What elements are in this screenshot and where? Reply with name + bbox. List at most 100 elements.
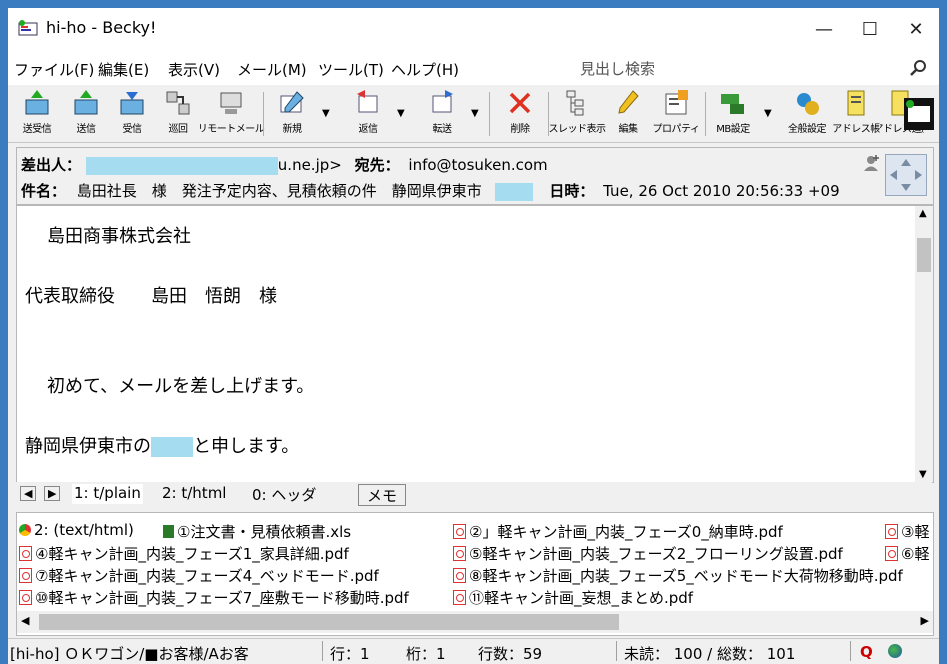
- title-bar[interactable]: hi-ho - Becky! — ☐ ✕: [8, 8, 939, 51]
- delete-button[interactable]: 削除: [500, 88, 540, 140]
- new-mail-dropdown-icon[interactable]: ▼: [322, 108, 330, 119]
- send-receive-button[interactable]: 送受信: [14, 88, 60, 140]
- attachment-item[interactable]: ⑧軽キャン計画_内装_フェーズ5_ベッドモード大荷物移動時.pdf: [453, 565, 903, 586]
- remote-mail-button[interactable]: リモートメール: [198, 88, 265, 140]
- tab-text-plain[interactable]: 1: t/plain: [72, 484, 143, 504]
- becky-app-icon: [18, 20, 38, 36]
- scroll-down-icon[interactable]: ▼: [919, 469, 927, 480]
- patrol-icon: [166, 91, 190, 115]
- header-navigation-pad[interactable]: [885, 154, 927, 196]
- body-scrollbar[interactable]: ▲ ▼: [915, 206, 933, 482]
- attachment-item[interactable]: ⑥軽: [885, 543, 929, 564]
- attachment-item[interactable]: ③軽: [885, 521, 929, 542]
- notification-badge-icon[interactable]: [904, 98, 934, 130]
- search-icon[interactable]: [909, 59, 927, 77]
- body-scrollbar-thumb[interactable]: [917, 238, 931, 272]
- thread-view-button[interactable]: スレッド表示: [549, 88, 606, 140]
- receive-icon: [120, 92, 144, 115]
- maximize-button[interactable]: ☐: [847, 8, 893, 51]
- general-settings-button[interactable]: 全般設定: [782, 88, 832, 140]
- quick-search-icon[interactable]: Q: [860, 643, 873, 661]
- attachment-item[interactable]: ⑦軽キャン計画_内装_フェーズ4_ベッドモード.pdf: [19, 565, 379, 586]
- pdf-icon: [19, 590, 32, 605]
- attachment-item[interactable]: ①注文書・見積依頼書.xls: [163, 521, 351, 542]
- message-body[interactable]: 島田商事株式会社 代表取締役 島田 悟朗 様 初めて、メールを差し上げます。 静…: [16, 205, 934, 483]
- attachment-scrollbar-thumb[interactable]: [39, 614, 619, 630]
- main-window: hi-ho - Becky! — ☐ ✕ ファイル(F) 編集(E) 表示(V)…: [8, 8, 939, 664]
- from-address-suffix[interactable]: u.ne.jp>: [278, 156, 342, 174]
- properties-button[interactable]: プロパティ: [652, 88, 700, 140]
- attachment-name: 2: (text/html): [34, 521, 134, 539]
- tab-memo[interactable]: メモ: [358, 484, 407, 506]
- attachment-item[interactable]: 2: (text/html): [19, 521, 134, 539]
- online-status-icon[interactable]: [888, 644, 902, 658]
- toolbar-separator: [705, 92, 706, 136]
- attachment-item[interactable]: ⑪軽キャン計画_妄想_まとめ.pdf: [453, 587, 693, 608]
- scroll-right-icon[interactable]: ▶: [921, 614, 929, 627]
- status-line-count: 行数：59: [478, 645, 543, 663]
- status-mail-counts: 未読： 100 / 総数： 101: [624, 645, 796, 663]
- status-divider: [850, 641, 851, 661]
- pdf-icon: [885, 546, 898, 561]
- maximize-icon: ☐: [861, 19, 879, 40]
- tab-headers[interactable]: 0: ヘッダ: [252, 484, 316, 504]
- to-address[interactable]: info@tosuken.com: [408, 156, 547, 174]
- mailbox-settings-button[interactable]: MB設定: [710, 88, 756, 140]
- redacted-subject-part: [494, 182, 533, 201]
- edit-label: 編集: [618, 124, 639, 135]
- attachment-scrollbar[interactable]: ◀ ▶: [17, 611, 933, 633]
- remote-mail-label: リモートメール: [197, 124, 265, 135]
- status-column: 桁：1: [406, 645, 446, 663]
- mailbox-settings-dropdown-icon[interactable]: ▼: [764, 108, 772, 119]
- attachment-name: ③軽: [901, 523, 930, 541]
- patrol-button[interactable]: 巡回: [158, 88, 198, 140]
- attachment-name: ⑦軽キャン計画_内装_フェーズ4_ベッドモード.pdf: [35, 567, 379, 585]
- attachment-item[interactable]: ②」軽キャン計画_内装_フェーズ0_納車時.pdf: [453, 521, 783, 542]
- attachment-item[interactable]: ④軽キャン計画_内装_フェーズ1_家具詳細.pdf: [19, 543, 349, 564]
- send-button[interactable]: 送信: [66, 88, 106, 140]
- forward-dropdown-icon[interactable]: ▼: [471, 108, 479, 119]
- menu-view[interactable]: 表示(V): [168, 59, 220, 80]
- minimize-icon: —: [815, 19, 833, 40]
- add-contact-icon[interactable]: [863, 154, 881, 172]
- from-label: 差出人：: [21, 156, 82, 174]
- menu-help[interactable]: ヘルプ(H): [391, 59, 459, 80]
- tab-text-html[interactable]: 2: t/html: [162, 484, 226, 504]
- minimize-button[interactable]: —: [801, 8, 847, 51]
- thread-icon: [566, 90, 584, 116]
- tab-scroll-right-icon[interactable]: ▶: [44, 486, 61, 501]
- header-search-box[interactable]: 見出し検索: [576, 55, 933, 81]
- attachment-list: 2: (text/html) ①注文書・見積依頼書.xls ②」軽キャン計画_内…: [16, 512, 934, 636]
- to-label: 宛先：: [354, 156, 400, 174]
- pdf-icon: [453, 546, 466, 561]
- attachment-item[interactable]: ⑩軽キャン計画_内装_フェーズ7_座敷モード移動時.pdf: [19, 587, 409, 608]
- new-mail-button[interactable]: 新規: [272, 88, 312, 140]
- scroll-left-icon[interactable]: ◀: [21, 614, 29, 627]
- general-settings-label: 全般設定: [788, 124, 827, 135]
- close-button[interactable]: ✕: [893, 8, 939, 51]
- menu-edit[interactable]: 編集(E): [98, 59, 149, 80]
- status-folder-path: [hi-ho] ＯＫワゴン/■お客様/Aお客: [10, 645, 249, 663]
- attachment-name: ④軽キャン計画_内装_フェーズ1_家具詳細.pdf: [35, 545, 349, 563]
- pdf-icon: [885, 524, 898, 539]
- menu-mail[interactable]: メール(M): [237, 59, 307, 80]
- status-divider: [616, 641, 617, 661]
- date-label: 日時：: [549, 182, 595, 200]
- redacted-name: [151, 437, 193, 457]
- properties-icon: [665, 90, 688, 115]
- menu-file[interactable]: ファイル(F): [14, 59, 94, 80]
- reply-dropdown-icon[interactable]: ▼: [397, 108, 405, 119]
- scroll-up-icon[interactable]: ▲: [919, 208, 927, 219]
- reply-button[interactable]: 返信: [348, 88, 388, 140]
- menu-tools[interactable]: ツール(T): [318, 59, 384, 80]
- attachment-name: ⑥軽: [901, 545, 930, 563]
- forward-button[interactable]: 転送: [422, 88, 462, 140]
- attachment-name: ⑧軽キャン計画_内装_フェーズ5_ベッドモード大荷物移動時.pdf: [469, 567, 903, 585]
- attachment-item[interactable]: ⑤軽キャン計画_内装_フェーズ2_フローリング設置.pdf: [453, 543, 843, 564]
- tab-scroll-left-icon[interactable]: ◀: [20, 486, 37, 501]
- edit-button[interactable]: 編集: [608, 88, 648, 140]
- attachment-name: ⑤軽キャン計画_内装_フェーズ2_フローリング設置.pdf: [469, 545, 843, 563]
- search-input[interactable]: 見出し検索: [580, 58, 655, 79]
- address-book-button[interactable]: アドレス帳: [832, 88, 880, 140]
- receive-button[interactable]: 受信: [112, 88, 152, 140]
